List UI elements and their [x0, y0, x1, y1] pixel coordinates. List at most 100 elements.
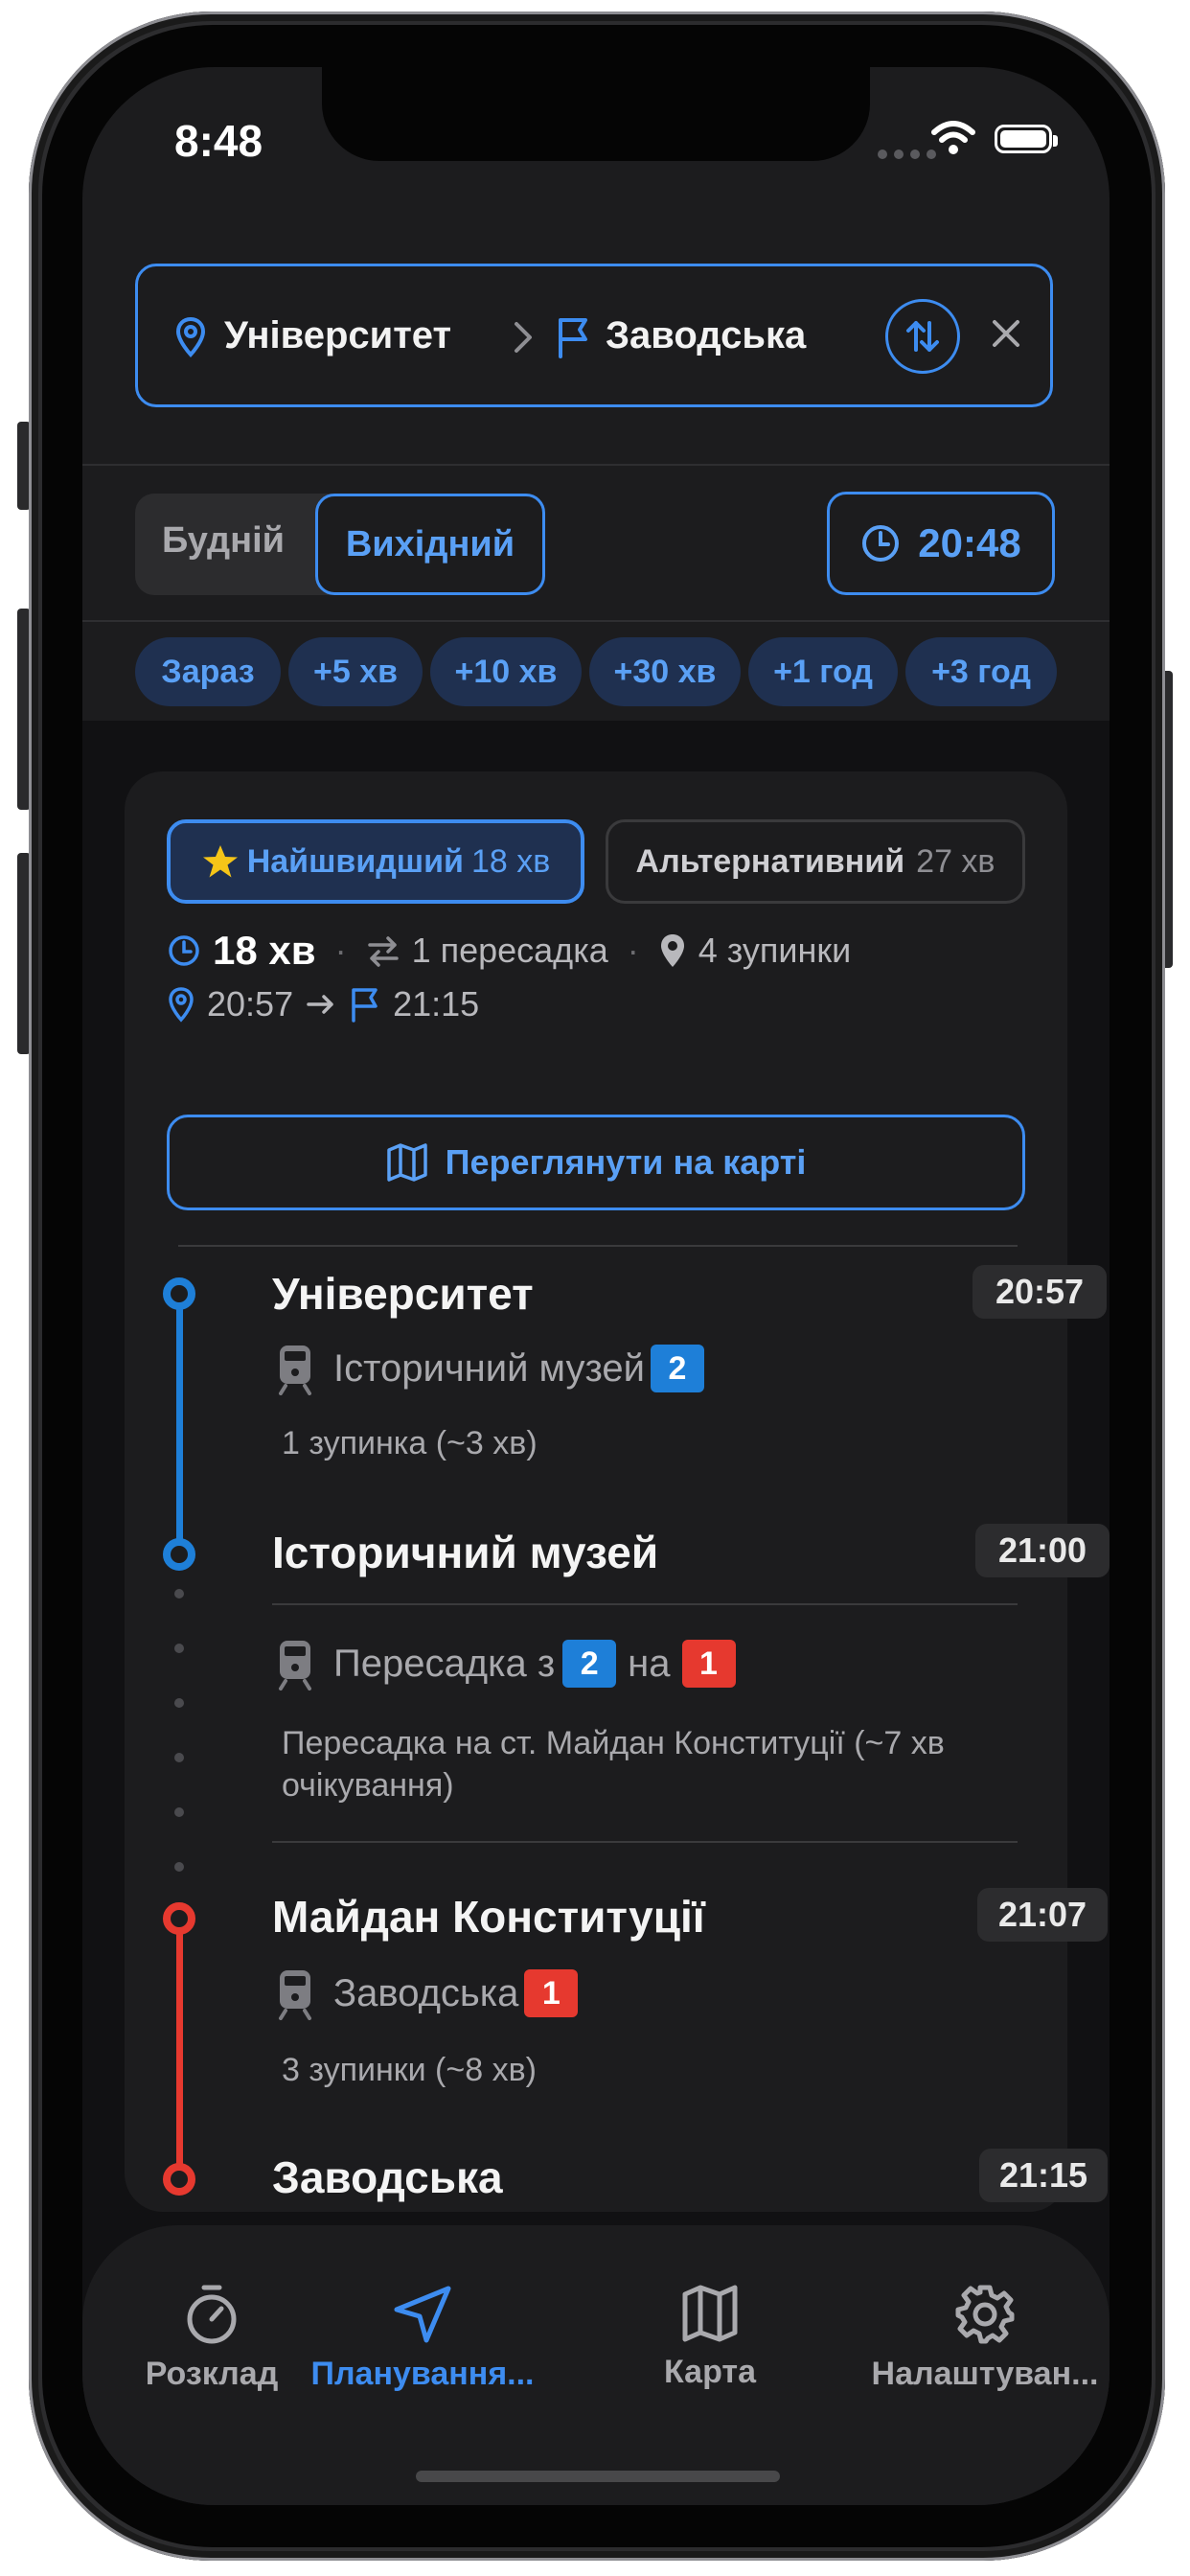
transfer-dot	[174, 1644, 184, 1653]
line-badge: 2	[650, 1345, 704, 1392]
weekday-segment[interactable]: Будній	[162, 520, 285, 562]
tab-label: Налаштуван...	[871, 2356, 1099, 2392]
transfer-mid: на	[628, 1642, 671, 1685]
tab-planning[interactable]: Планування...	[310, 2283, 535, 2393]
location-pin-icon	[175, 316, 206, 357]
swap-stations-button[interactable]	[885, 299, 960, 374]
wifi-icon	[931, 121, 975, 154]
station-time-badge: 20:57	[973, 1265, 1107, 1319]
origin-station[interactable]: Університет	[224, 314, 451, 357]
tab-schedule[interactable]: Розклад	[119, 2283, 305, 2393]
station-name: Майдан Конституції	[272, 1892, 705, 1942]
line-1-segment	[176, 1921, 183, 2182]
tab-settings[interactable]: Налаштуван...	[868, 2283, 1102, 2393]
view-on-map-button[interactable]: Переглянути на карті	[167, 1115, 1025, 1210]
quick-time-3h-chip[interactable]: +3 год	[905, 637, 1057, 706]
notch	[322, 67, 870, 161]
transfer-dot	[174, 1589, 184, 1598]
fastest-option-button[interactable]: Найшвидший 18 хв	[167, 819, 584, 904]
quick-time-now-chip[interactable]: Зараз	[135, 637, 281, 706]
flag-icon	[352, 988, 378, 1023]
alternative-option-duration: 27 хв	[916, 842, 995, 880]
home-indicator[interactable]	[416, 2471, 780, 2482]
location-pin-icon	[169, 987, 194, 1023]
day-type-segmented-control: Будній Вихідний	[135, 494, 545, 595]
transfer-dot	[174, 1753, 184, 1762]
transfer-info: Пересадка з 2 на 1	[276, 1637, 736, 1690]
stopwatch-icon	[187, 2285, 237, 2344]
map-pin-icon	[660, 934, 684, 967]
swap-arrows-icon	[906, 321, 939, 352]
battery-icon	[995, 125, 1058, 153]
transfer-dot	[174, 1807, 184, 1817]
status-time: 8:48	[174, 116, 263, 166]
direction-label: Заводська	[333, 1971, 519, 2014]
navigation-arrow-icon	[394, 2286, 451, 2343]
tab-label: Розклад	[145, 2356, 279, 2392]
departure-time-button[interactable]: 20:48	[827, 492, 1055, 595]
station-time-badge: 21:07	[977, 1888, 1108, 1942]
line-2-segment	[176, 1297, 183, 1555]
clock-icon	[862, 525, 900, 562]
route-selector[interactable]: Університет Заводська	[135, 264, 1053, 407]
quick-time-5m-chip[interactable]: +5 хв	[288, 637, 423, 706]
transfer-note: Пересадка на ст. Майдан Конституції (~7 …	[282, 1725, 945, 1804]
view-on-map-label: Переглянути на карті	[445, 1142, 807, 1182]
line-badge: 1	[681, 1640, 736, 1688]
line-badge: 1	[524, 1969, 579, 2017]
clear-route-icon[interactable]	[989, 316, 1023, 351]
tab-bar: Розклад Планування... Карта Налаштуван..…	[82, 2225, 1110, 2505]
divider	[82, 620, 1110, 622]
divider	[82, 464, 1110, 466]
leg-direction: Історичний музей 2	[276, 1342, 704, 1395]
transfer-arrows-icon	[367, 936, 399, 967]
metro-train-icon	[279, 1346, 311, 1395]
divider	[272, 1841, 1018, 1843]
station-node	[163, 1277, 195, 1310]
alternative-option-label: Альтернативний	[635, 842, 905, 880]
flag-icon	[559, 318, 587, 358]
station-name: Історичний музей	[272, 1528, 659, 1577]
alternative-option-button[interactable]: Альтернативний 27 хв	[606, 819, 1025, 904]
route-summary: 18 хв · 1 пересадка · 4 зупинки	[167, 928, 851, 974]
total-duration: 18 хв	[213, 928, 316, 973]
cellular-signal-icon	[878, 150, 936, 159]
arrow-right-icon	[307, 995, 333, 1014]
direction-label: Історичний музей	[333, 1346, 645, 1390]
metro-train-icon	[279, 1970, 311, 2020]
route-times: 20:57 21:15	[167, 984, 479, 1024]
separator-dot: ·	[334, 931, 347, 970]
fastest-option-label: Найшвидший	[246, 842, 464, 880]
chevron-right-icon	[515, 322, 532, 353]
arrival-time: 21:15	[393, 984, 480, 1024]
station-time-badge: 21:00	[975, 1524, 1110, 1577]
tab-label: Планування...	[310, 2356, 535, 2392]
fastest-option-duration: 18 хв	[470, 842, 551, 880]
separator-dot: ·	[627, 931, 639, 970]
line-badge: 2	[562, 1640, 617, 1688]
weekend-segment[interactable]: Вихідний	[315, 494, 545, 595]
app-screen: 8:48 Університет Заводська Будній Вихідн…	[82, 67, 1110, 2505]
quick-time-10m-chip[interactable]: +10 хв	[430, 637, 582, 706]
route-result-card: Найшвидший 18 хв Альтернативний 27 хв 18…	[125, 771, 1110, 2212]
star-icon	[202, 845, 238, 878]
station-name: Заводська	[272, 2152, 503, 2202]
map-icon	[682, 2285, 738, 2342]
station-name: Університет	[272, 1269, 534, 1319]
leg-note: 3 зупинки (~8 хв)	[282, 2052, 537, 2088]
departure-time-value: 20:48	[918, 520, 1021, 565]
map-icon	[386, 1143, 427, 1182]
station-node	[163, 2163, 195, 2196]
quick-time-1h-chip[interactable]: +1 год	[748, 637, 898, 706]
destination-station[interactable]: Заводська	[606, 314, 806, 357]
transfer-count: 1 пересадка	[411, 931, 608, 970]
quick-time-30m-chip[interactable]: +30 хв	[589, 637, 741, 706]
transfer-prefix: Пересадка з	[333, 1642, 556, 1685]
transfer-dot	[174, 1862, 184, 1872]
leg-note: 1 зупинка (~3 хв)	[282, 1425, 538, 1461]
stop-count: 4 зупинки	[698, 931, 852, 970]
metro-train-icon	[279, 1641, 311, 1690]
divider	[272, 1603, 1018, 1605]
clock-icon	[169, 935, 199, 966]
tab-map[interactable]: Карта	[648, 2283, 772, 2391]
